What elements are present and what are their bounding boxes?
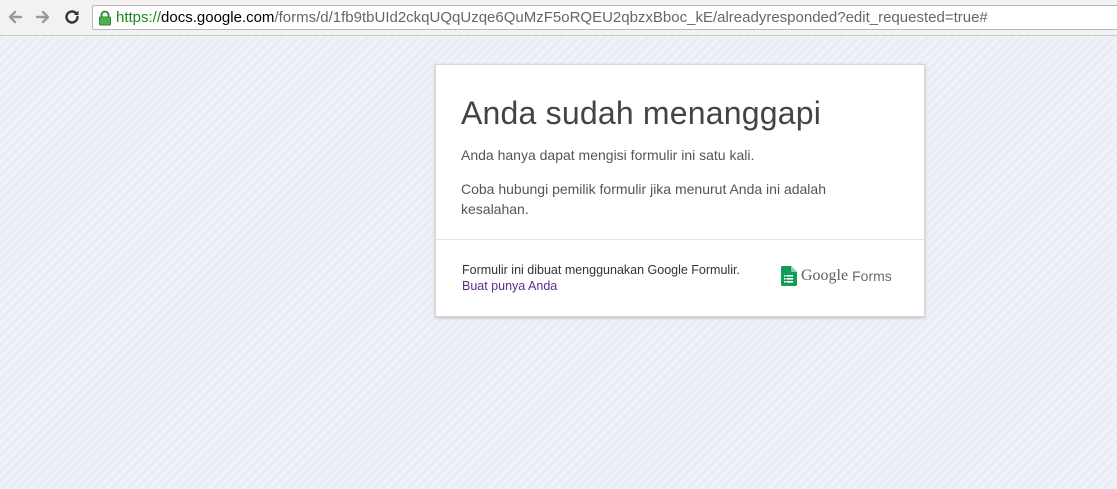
google-forms-logo[interactable]: Google Forms xyxy=(780,266,892,286)
message-contact-owner: Coba hubungi pemilik formulir jika menur… xyxy=(461,181,826,217)
address-bar[interactable]: https://docs.google.com/forms/d/1fb9tbUI… xyxy=(92,5,1117,30)
lock-icon xyxy=(94,7,116,29)
footer-text: Formulir ini dibuat menggunakan Google F… xyxy=(462,263,740,277)
logo-google-word: Google xyxy=(801,267,849,284)
reload-icon xyxy=(65,10,79,24)
response-card: Anda sudah menanggapi Anda hanya dapat m… xyxy=(435,64,925,317)
google-forms-icon xyxy=(780,266,797,286)
message-once: Anda hanya dapat mengisi formulir ini sa… xyxy=(461,147,755,163)
url-host: docs.google.com xyxy=(161,9,275,26)
forward-button[interactable] xyxy=(32,6,54,28)
logo-forms-word: Forms xyxy=(852,268,892,284)
url-scheme: https:// xyxy=(116,9,162,26)
browser-toolbar: https://docs.google.com/forms/d/1fb9tbUI… xyxy=(0,0,1117,36)
arrow-right-icon xyxy=(35,10,50,24)
divider xyxy=(436,239,924,240)
arrow-left-icon xyxy=(8,10,23,24)
back-button[interactable] xyxy=(4,6,26,28)
url-path: /forms/d/1fb9tbUId2ckqUQqUzqe6QuMzF5oRQE… xyxy=(274,9,988,26)
create-your-own-link[interactable]: Buat punya Anda xyxy=(462,279,557,293)
reload-button[interactable] xyxy=(61,6,83,28)
page-title: Anda sudah menanggapi xyxy=(461,95,822,131)
